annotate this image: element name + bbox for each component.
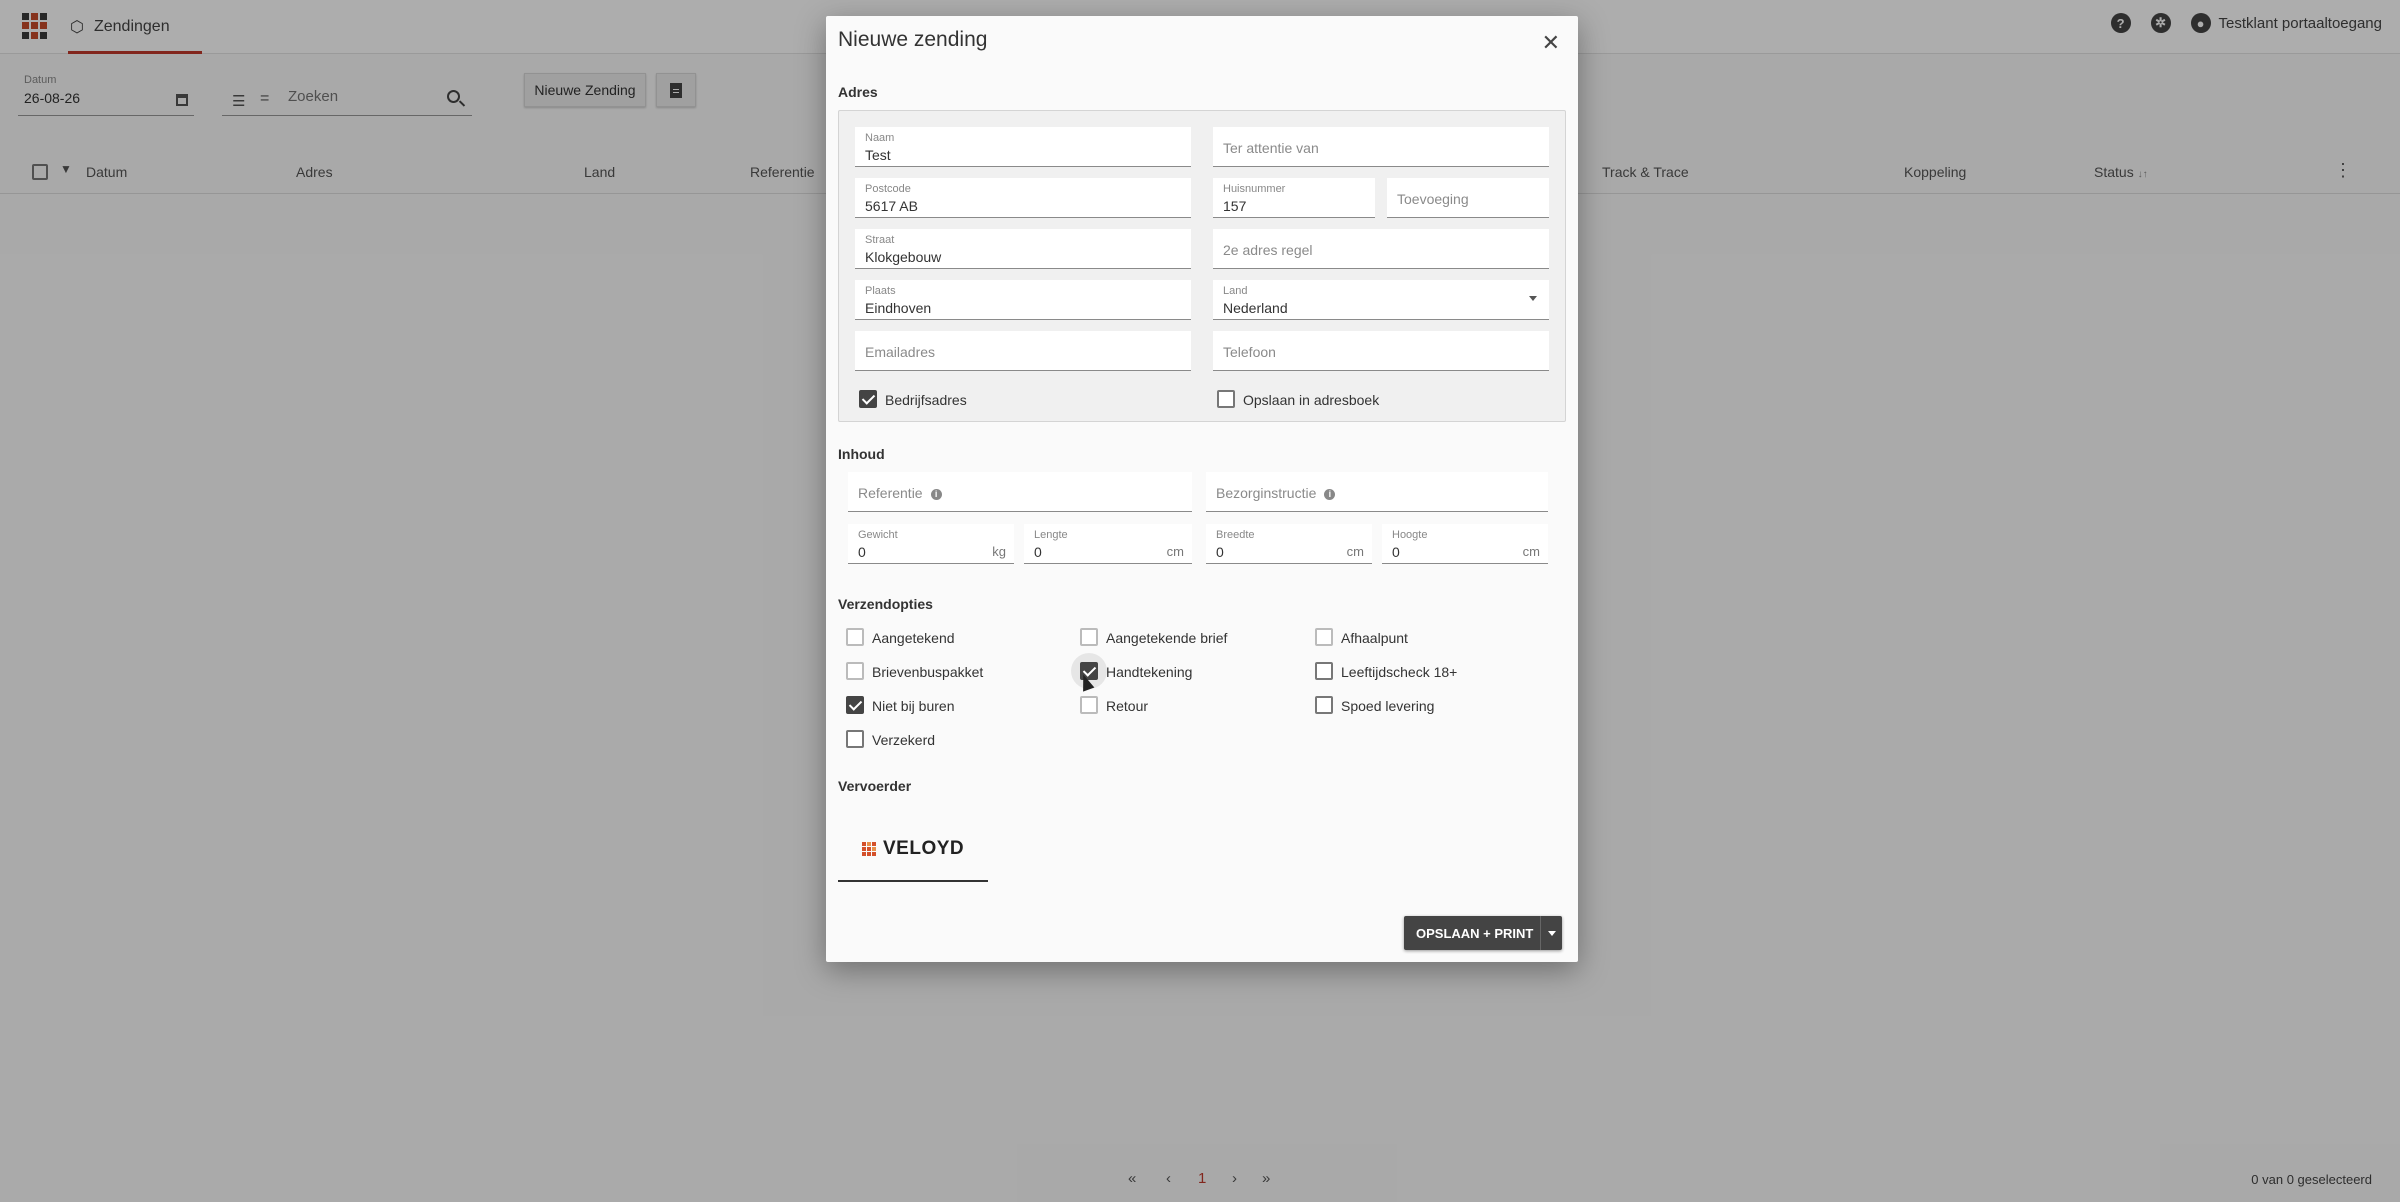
save-print-label: OPSLAAN + PRINT xyxy=(1416,925,1534,941)
email-placeholder: Emailadres xyxy=(865,344,936,360)
postcode-label: Postcode xyxy=(865,183,911,195)
gewicht-field[interactable]: Gewicht 0 kg xyxy=(848,524,1014,564)
carrier-tab-veloyd[interactable]: VELOYD xyxy=(838,808,988,882)
section-vervoerder: Vervoerder xyxy=(838,778,912,794)
option-leeftijdscheck-checkbox[interactable] xyxy=(1315,662,1333,680)
naam-label: Naam xyxy=(865,132,895,144)
lengte-unit: cm xyxy=(1166,544,1184,559)
naam-field[interactable]: Naam Test xyxy=(855,127,1191,167)
option-verzekerd-checkbox[interactable] xyxy=(846,730,864,748)
straat-label: Straat xyxy=(865,234,895,246)
lengte-value: 0 xyxy=(1034,544,1042,560)
breedte-value: 0 xyxy=(1216,544,1224,560)
bezorginstructie-field[interactable]: Bezorginstructie i xyxy=(1206,472,1548,512)
option-aangetekend-label: Aangetekend xyxy=(872,630,955,646)
bedrijfsadres-checkbox[interactable] xyxy=(859,390,877,408)
adresboek-label: Opslaan in adresboek xyxy=(1243,392,1380,408)
option-verzekerd-label: Verzekerd xyxy=(872,732,936,748)
postcode-value: 5617 AB xyxy=(865,198,918,214)
referentie-placeholder-text: Referentie xyxy=(858,485,923,501)
option-niet-bij-buren-checkbox[interactable] xyxy=(846,696,864,714)
gewicht-label: Gewicht xyxy=(858,529,898,541)
close-icon[interactable]: ✕ xyxy=(1542,30,1560,56)
attentie-placeholder: Ter attentie van xyxy=(1223,140,1319,156)
dropdown-arrow-icon xyxy=(1547,930,1556,936)
info-icon[interactable]: i xyxy=(1324,489,1336,500)
huisnummer-value: 157 xyxy=(1223,198,1247,214)
option-brievenbuspakket-checkbox[interactable] xyxy=(846,662,864,680)
hoogte-field[interactable]: Hoogte 0 cm xyxy=(1382,524,1548,564)
section-inhoud: Inhoud xyxy=(838,446,885,462)
bezorginstructie-placeholder: Bezorginstructie i xyxy=(1216,485,1336,501)
info-icon[interactable]: i xyxy=(930,489,942,500)
lengte-field[interactable]: Lengte 0 cm xyxy=(1024,524,1192,564)
adresboek-checkbox[interactable] xyxy=(1217,390,1235,408)
option-leeftijdscheck-label: Leeftijdscheck 18+ xyxy=(1341,664,1458,680)
hoogte-value: 0 xyxy=(1392,544,1400,560)
gewicht-unit: kg xyxy=(992,544,1006,559)
land-value: Nederland xyxy=(1223,300,1288,316)
option-spoed-levering-label: Spoed levering xyxy=(1341,698,1435,714)
referentie-placeholder: Referentie i xyxy=(858,485,942,501)
veloyd-logo-icon xyxy=(862,841,877,857)
telefoon-placeholder: Telefoon xyxy=(1223,344,1276,360)
option-handtekening-label: Handtekening xyxy=(1106,664,1193,680)
address-box: Naam Test Ter attentie van Postcode 5617… xyxy=(838,110,1566,422)
section-verzendopties: Verzendopties xyxy=(838,596,933,612)
huisnummer-label: Huisnummer xyxy=(1223,183,1286,195)
option-afhaalpunt-checkbox[interactable] xyxy=(1315,628,1333,646)
option-retour-checkbox[interactable] xyxy=(1080,696,1098,714)
option-aangetekende-brief-label: Aangetekende brief xyxy=(1106,630,1228,646)
new-shipment-dialog: Nieuwe zending ✕ Adres Naam Test Ter att… xyxy=(826,16,1578,962)
option-aangetekende-brief-checkbox[interactable] xyxy=(1080,628,1098,646)
section-adres: Adres xyxy=(838,84,878,100)
option-aangetekend-checkbox[interactable] xyxy=(846,628,864,646)
attentie-field[interactable]: Ter attentie van xyxy=(1213,127,1549,167)
carrier-logo: VELOYD xyxy=(862,838,964,860)
lengte-label: Lengte xyxy=(1034,529,1068,541)
save-print-button[interactable]: OPSLAAN + PRINT xyxy=(1404,916,1562,950)
hoogte-label: Hoogte xyxy=(1392,529,1428,541)
save-options-dropdown[interactable] xyxy=(1540,916,1562,950)
naam-value: Test xyxy=(865,147,891,163)
dialog-title: Nieuwe zending xyxy=(838,28,988,51)
dropdown-arrow-icon xyxy=(1529,296,1537,301)
postcode-field[interactable]: Postcode 5617 AB xyxy=(855,178,1191,218)
straat-field[interactable]: Straat Klokgebouw xyxy=(855,229,1191,269)
carrier-name: VELOYD xyxy=(883,838,965,859)
huisnummer-field[interactable]: Huisnummer 157 xyxy=(1213,178,1375,218)
option-afhaalpunt-label: Afhaalpunt xyxy=(1341,630,1408,646)
toevoeging-field[interactable]: Toevoeging xyxy=(1387,178,1549,218)
telefoon-field[interactable]: Telefoon xyxy=(1213,331,1549,371)
land-select[interactable]: Land Nederland xyxy=(1213,280,1549,320)
plaats-field[interactable]: Plaats Eindhoven xyxy=(855,280,1191,320)
plaats-label: Plaats xyxy=(865,285,896,297)
land-label: Land xyxy=(1223,285,1248,297)
straat-value: Klokgebouw xyxy=(865,249,942,265)
bezorginstructie-placeholder-text: Bezorginstructie xyxy=(1216,485,1317,501)
plaats-value: Eindhoven xyxy=(865,300,932,316)
gewicht-value: 0 xyxy=(858,544,866,560)
hoogte-unit: cm xyxy=(1522,544,1540,559)
toevoeging-placeholder: Toevoeging xyxy=(1397,191,1469,207)
option-spoed-levering-checkbox[interactable] xyxy=(1315,696,1333,714)
breedte-unit: cm xyxy=(1346,544,1364,559)
option-brievenbuspakket-label: Brievenbuspakket xyxy=(872,664,984,680)
option-niet-bij-buren-label: Niet bij buren xyxy=(872,698,955,714)
referentie-field[interactable]: Referentie i xyxy=(848,472,1192,512)
adresregel2-field[interactable]: 2e adres regel xyxy=(1213,229,1549,269)
breedte-label: Breedte xyxy=(1216,529,1255,541)
bedrijfsadres-label: Bedrijfsadres xyxy=(885,392,967,408)
breedte-field[interactable]: Breedte 0 cm xyxy=(1206,524,1372,564)
email-field[interactable]: Emailadres xyxy=(855,331,1191,371)
adresregel2-placeholder: 2e adres regel xyxy=(1223,242,1313,258)
option-retour-label: Retour xyxy=(1106,698,1149,714)
